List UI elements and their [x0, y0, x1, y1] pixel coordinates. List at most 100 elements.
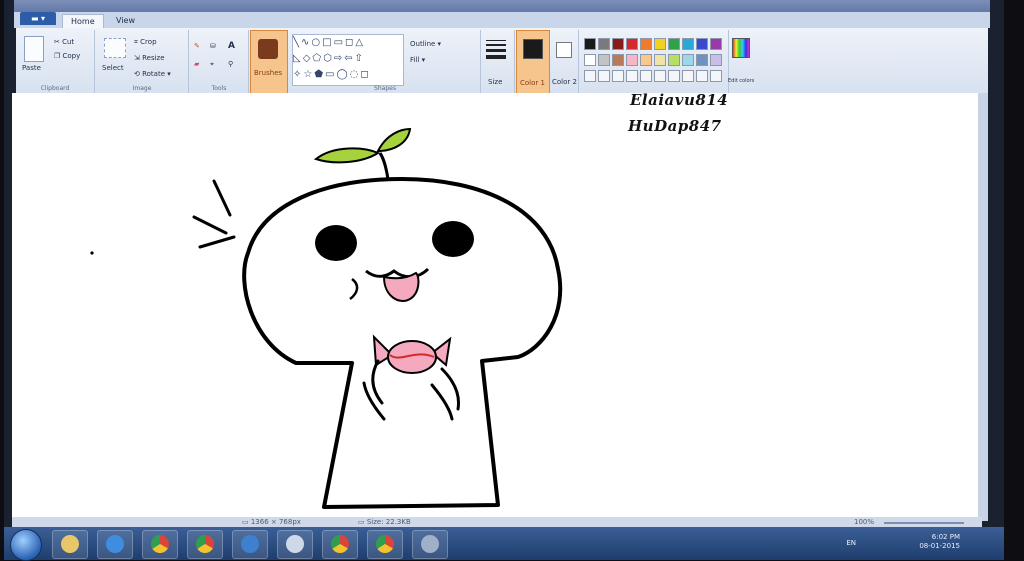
- paint-icon: [421, 535, 439, 553]
- taskbar-app-chrome[interactable]: [187, 530, 223, 559]
- taskbar-app-chrome[interactable]: [367, 530, 403, 559]
- palette-swatch[interactable]: [584, 38, 596, 50]
- file-size-readout: ▭ Size: 22.3KB: [358, 518, 411, 526]
- palette-custom-slot[interactable]: [640, 70, 652, 82]
- color1-group[interactable]: Color 1: [516, 30, 550, 96]
- palette-swatch[interactable]: [710, 54, 722, 66]
- pencil-icon[interactable]: ✎: [194, 42, 200, 50]
- palette-custom-slot[interactable]: [598, 70, 610, 82]
- magnifier-icon[interactable]: ⚲: [228, 60, 233, 68]
- right-eye: [432, 221, 474, 257]
- crop-button[interactable]: ⌗ Crop: [134, 38, 157, 47]
- taskbar-app-explorer[interactable]: [52, 530, 88, 559]
- brushes-label: Brushes: [254, 69, 283, 77]
- palette-swatch[interactable]: [682, 38, 694, 50]
- taskbar-app-chrome[interactable]: [322, 530, 358, 559]
- brushes-group[interactable]: Brushes: [250, 30, 288, 96]
- language-indicator[interactable]: EN: [846, 539, 856, 547]
- tab-view[interactable]: View: [108, 14, 143, 28]
- drawing-canvas[interactable]: Elaiavu814 HuDap847: [12, 91, 978, 521]
- edit-colors-label: Edit colors: [728, 78, 755, 84]
- select-icon[interactable]: [104, 38, 126, 58]
- palette-swatch[interactable]: [612, 38, 624, 50]
- ie-icon: [106, 535, 124, 553]
- select-button[interactable]: Select: [102, 64, 124, 72]
- palette-swatch[interactable]: [654, 54, 666, 66]
- fill-button[interactable]: Fill ▾: [410, 56, 425, 64]
- taskbar-app-paint[interactable]: [412, 530, 448, 559]
- copy-button[interactable]: ❐ Copy: [54, 52, 80, 60]
- signature-line-1: Elaiavu814: [630, 91, 729, 109]
- clipboard-group: Paste ✂ Cut ❐ Copy Clipboard: [16, 30, 95, 94]
- palette-swatch[interactable]: [640, 38, 652, 50]
- explorer-icon: [61, 535, 79, 553]
- image-size-readout: ▭ 1366 × 768px: [242, 518, 301, 526]
- palette-custom-slot[interactable]: [710, 70, 722, 82]
- resize-button[interactable]: ⇲ Resize: [134, 54, 165, 62]
- palette-custom-slot[interactable]: [696, 70, 708, 82]
- color-palette: [580, 30, 729, 94]
- start-button[interactable]: [10, 529, 42, 561]
- vertical-scrollbar[interactable]: [978, 93, 988, 521]
- taskbar-app-app[interactable]: [277, 530, 313, 559]
- color-picker-icon[interactable]: ⌖: [210, 60, 214, 69]
- palette-swatch[interactable]: [598, 54, 610, 66]
- shapes-gallery[interactable]: ╲∿○□▭◻△ ◺◇⬠⬡⇨⇦⇧ ✧☆⬟▭◯◌◻: [292, 34, 404, 86]
- cut-button[interactable]: ✂ Cut: [54, 38, 74, 46]
- palette-custom-slot[interactable]: [584, 70, 596, 82]
- shapes-group-label: Shapes: [374, 85, 396, 92]
- color1-swatch: [523, 39, 543, 59]
- palette-custom-slot[interactable]: [612, 70, 624, 82]
- fill-icon[interactable]: ⛁: [210, 42, 216, 50]
- drawing-svg: [90, 127, 563, 509]
- taskbar-app-media[interactable]: [232, 530, 268, 559]
- file-menu-button[interactable]: ▬ ▾: [20, 12, 56, 25]
- clock-date: 08-01-2015: [919, 542, 960, 550]
- palette-swatch[interactable]: [626, 54, 638, 66]
- palette-custom-slot[interactable]: [654, 70, 666, 82]
- taskbar-app-ie[interactable]: [97, 530, 133, 559]
- cut-label: Cut: [62, 38, 75, 46]
- palette-swatch[interactable]: [696, 54, 708, 66]
- palette-swatch[interactable]: [696, 38, 708, 50]
- paste-button[interactable]: Paste: [22, 64, 41, 72]
- palette-swatch[interactable]: [668, 54, 680, 66]
- app-icon: [286, 535, 304, 553]
- chrome-icon: [331, 535, 349, 553]
- palette-swatch[interactable]: [626, 38, 638, 50]
- edit-colors-group[interactable]: Edit colors: [728, 30, 754, 94]
- palette-swatch[interactable]: [640, 54, 652, 66]
- excitement-marks: [192, 179, 236, 249]
- palette-custom-slot[interactable]: [626, 70, 638, 82]
- zoom-slider[interactable]: [884, 522, 964, 524]
- rotate-button[interactable]: ⟲ Rotate ▾: [134, 70, 171, 78]
- color1-label: Color 1: [520, 79, 545, 87]
- palette-swatch[interactable]: [682, 54, 694, 66]
- palette-swatch[interactable]: [612, 54, 624, 66]
- image-group-label: Image: [132, 85, 152, 92]
- taskbar: EN 6:02 PM 08-01-2015: [4, 527, 1004, 561]
- palette-swatch[interactable]: [710, 38, 722, 50]
- palette-swatch[interactable]: [598, 38, 610, 50]
- paste-icon[interactable]: [24, 36, 44, 62]
- system-clock[interactable]: 6:02 PM 08-01-2015: [919, 533, 960, 551]
- eraser-icon[interactable]: ▰: [194, 60, 199, 68]
- sprout-leaves: [313, 127, 412, 180]
- palette-swatch[interactable]: [668, 38, 680, 50]
- text-tool-icon[interactable]: A: [228, 41, 235, 51]
- brush-icon: [258, 39, 278, 59]
- edit-colors-icon: [732, 38, 750, 58]
- color2-label: Color 2: [552, 78, 577, 86]
- outline-button[interactable]: Outline ▾: [410, 40, 441, 48]
- palette-custom-slot[interactable]: [682, 70, 694, 82]
- taskbar-app-chrome[interactable]: [142, 530, 178, 559]
- palette-custom-slot[interactable]: [668, 70, 680, 82]
- palette-swatch[interactable]: [584, 54, 596, 66]
- palette-swatch[interactable]: [654, 38, 666, 50]
- signature-line-2: HuDap847: [628, 117, 722, 135]
- tab-home[interactable]: Home: [62, 14, 104, 29]
- shapes-group: ╲∿○□▭◻△ ◺◇⬠⬡⇨⇦⇧ ✧☆⬟▭◯◌◻ Outline ▾ Fill ▾ S…: [290, 30, 481, 94]
- size-group[interactable]: Size: [480, 30, 515, 94]
- color2-group[interactable]: Color 2: [550, 30, 579, 94]
- clock-time: 6:02 PM: [931, 533, 960, 541]
